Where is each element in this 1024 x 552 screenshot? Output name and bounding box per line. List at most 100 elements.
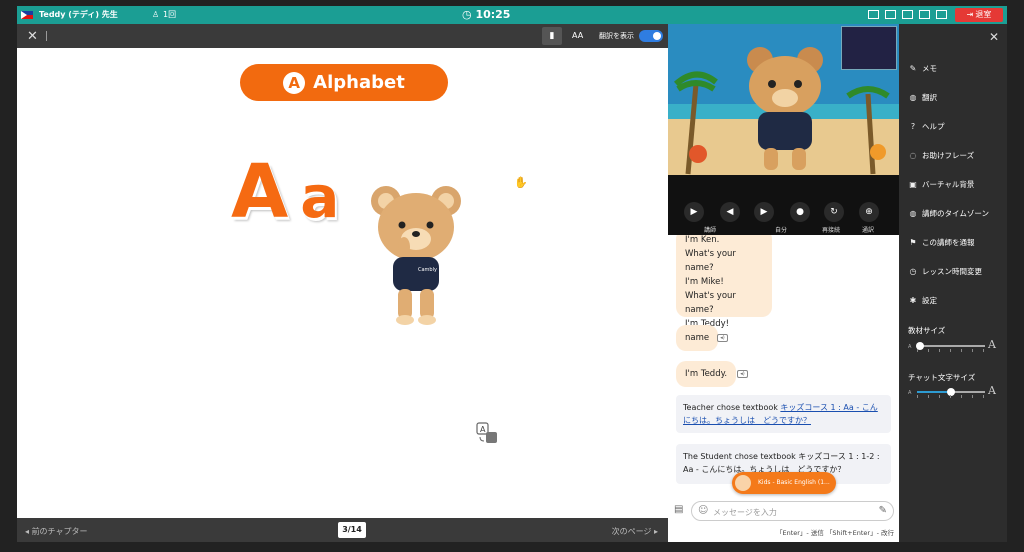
philippines-flag-icon [21, 11, 33, 19]
speak-icon[interactable]: ◂) [737, 370, 748, 378]
chat-shortcut-hint: 「Enter」- 送信 「Shift+Enter」- 改行 [775, 529, 894, 537]
call-controls: ▶ ◀ 講師 ▶ ● 自分 ↻ 再接続 ⊕ 通訳 [668, 197, 899, 235]
alphabet-letter-icon: A [283, 71, 306, 94]
menu-label: お助けフレーズ [922, 151, 975, 160]
interpreter-globe-icon[interactable]: ⊕ [859, 202, 879, 222]
reconnect-icon[interactable]: ↻ [824, 202, 844, 222]
material-size-label: 教材サイズ [908, 326, 946, 335]
clock-icon: ◷ [462, 8, 476, 21]
prev-chapter-label: 前のチャプター [31, 527, 88, 536]
translate-globe-icon: ◍ [909, 93, 917, 102]
tools-icon[interactable]: ✕ [27, 29, 38, 44]
shirt-logo: Cambly [418, 267, 437, 273]
slider-fill [917, 391, 951, 393]
clock-icon: ◷ [909, 267, 917, 276]
self-controls-label: 自分 [775, 227, 788, 234]
flag-icon: ⚑ [909, 238, 917, 247]
size-big-label: A [988, 384, 996, 397]
bear-illustration: Cambly [371, 186, 461, 325]
next-page-button[interactable]: 次のページ ▸ [612, 526, 658, 537]
chat-line: What's your name? [685, 249, 736, 273]
teacher-video [668, 24, 899, 197]
gear-icon: ✱ [909, 296, 917, 305]
prev-chapter-button[interactable]: ◂ 前のチャプター [25, 526, 87, 537]
font-size-button[interactable]: AA [572, 31, 583, 40]
chat-phrases-icon: ◌ [909, 151, 917, 160]
menu-label: この講師を通報 [922, 238, 975, 247]
alphabet-title-badge: A Alphabet [240, 64, 448, 101]
letter-display: Aa [231, 149, 341, 235]
menu-label: 翻訳 [922, 93, 937, 102]
lesson-count: 1回 [163, 10, 177, 19]
teacher-speaker-icon[interactable]: ◀ [720, 202, 740, 222]
material-toolbar: ✕ ▮ AA 翻訳を表示 [17, 24, 668, 48]
self-video-thumbnail[interactable] [841, 26, 897, 70]
chat-text-size-label: チャット文字サイズ [908, 373, 976, 382]
material-footer: ◂ 前のチャプター 3/14 次のページ ▸ [17, 518, 668, 542]
chat-line: I'm Mike! [685, 277, 724, 287]
menu-translate[interactable]: ◍ 翻訳 [908, 91, 938, 105]
memo-icon: ✎ [909, 64, 917, 73]
menu-memo[interactable]: ✎ メモ [908, 62, 937, 76]
teacher-camera-icon[interactable]: ▶ [684, 202, 704, 222]
help-icon: ? [910, 122, 916, 131]
next-page-label: 次のページ [611, 527, 652, 536]
layout-switcher [868, 10, 947, 19]
speak-icon[interactable]: ◂) [717, 334, 728, 342]
self-mic-icon[interactable]: ● [790, 202, 810, 222]
menu-virtual-background[interactable]: ▣ バーチャル背景 [908, 178, 974, 192]
layout-3-icon[interactable] [902, 10, 913, 19]
menu-helper-phrases[interactable]: ◌ お助けフレーズ [908, 149, 975, 163]
material-viewer: ✕ ▮ AA 翻訳を表示 A Alphabet Aa Cambly ✋ A ◂ … [17, 24, 668, 542]
self-camera-icon[interactable]: ▶ [754, 202, 774, 222]
layout-2-icon[interactable] [885, 10, 896, 19]
chat-bubble-dialogue: I'm Ken. What's your name? I'm Mike! Wha… [676, 235, 772, 329]
size-small-label: A [908, 390, 912, 396]
translate-toggle[interactable] [639, 30, 663, 42]
material-size-slider[interactable] [916, 342, 985, 352]
letter-lower: a [300, 163, 342, 231]
menu-settings[interactable]: ✱ 設定 [908, 294, 937, 308]
layout-4-icon[interactable] [919, 10, 930, 19]
teacher-controls-label: 講師 [704, 227, 717, 234]
chat-input-placeholder: メッセージを入力 [713, 508, 777, 517]
slider-ticks [917, 349, 985, 352]
attach-icon[interactable]: ▤ [674, 504, 683, 515]
lesson-app: Teddy (テディ) 先生 ♙ 1回 ◷ 10:25 退室 ✕ ▮ AA 翻訳… [17, 6, 1007, 542]
system-message-teacher: Teacher chose textbook キッズコース 1 : Aa - こ… [676, 395, 891, 433]
person-icon: ♙ [152, 10, 160, 19]
menu-label: ヘルプ [922, 122, 945, 131]
textbook-icon[interactable]: ▮ [542, 27, 562, 45]
emoji-icon[interactable]: ☺ [698, 505, 708, 516]
clock-time: 10:25 [475, 8, 511, 21]
menu-label: レッスン時間変更 [922, 267, 982, 276]
size-big-label: A [988, 338, 996, 351]
menu-label: バーチャル背景 [922, 180, 975, 189]
chat-panel: I'm Ken. What's your name? I'm Mike! Wha… [668, 235, 899, 542]
menu-help[interactable]: ? ヘルプ [908, 120, 945, 134]
close-icon[interactable]: ✕ [989, 30, 999, 44]
slider-ticks [917, 395, 985, 398]
interpreter-label: 通訳 [862, 227, 875, 234]
reconnect-label: 再接続 [822, 227, 841, 234]
toolbar-divider [46, 31, 47, 41]
translate-icon[interactable]: A [476, 422, 498, 444]
translate-toggle-label: 翻訳を表示 [599, 32, 634, 40]
globe-icon: ◍ [909, 209, 917, 218]
menu-report-teacher[interactable]: ⚑ この講師を通報 [908, 236, 975, 250]
handwriting-icon[interactable]: ✎ [879, 505, 887, 516]
menu-teacher-timezone[interactable]: ◍ 講師のタイムゾーン [908, 207, 989, 221]
lesson-clock: ◷ 10:25 [462, 6, 510, 24]
layout-1-icon[interactable] [868, 10, 879, 19]
current-course-pill[interactable]: Kids - Basic English (1... [732, 472, 836, 494]
menu-change-lesson-time[interactable]: ◷ レッスン時間変更 [908, 265, 983, 279]
chat-text-size-slider[interactable] [917, 388, 985, 398]
system-message-text: Teacher chose textbook [683, 403, 781, 412]
chat-bubble-name: name [676, 325, 719, 351]
chat-input[interactable]: ☺ メッセージを入力 ✎ [691, 501, 894, 521]
chat-line: I'm Ken. [685, 235, 720, 245]
layout-5-icon[interactable] [936, 10, 947, 19]
top-bar: Teddy (テディ) 先生 ♙ 1回 ◷ 10:25 退室 [17, 6, 1007, 24]
side-menu: ✕ ✎ メモ ◍ 翻訳 ? ヘルプ ◌ お助けフレーズ ▣ バーチャル背景 ◍ 講師のタイム… [899, 24, 1007, 542]
exit-button[interactable]: 退室 [955, 8, 1003, 22]
